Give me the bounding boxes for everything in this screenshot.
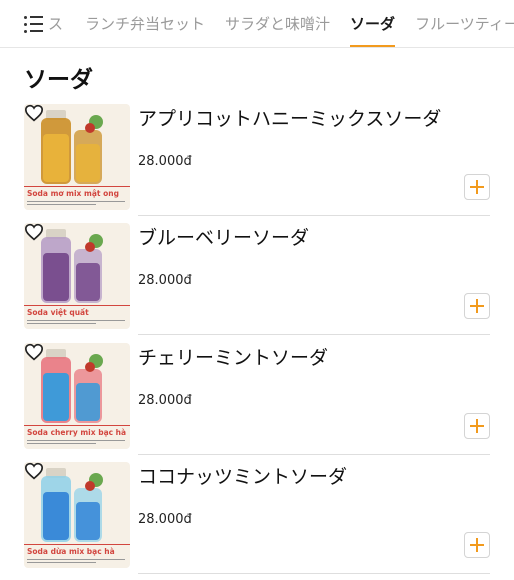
product-item[interactable]: Soda việt quất ブルーベリーソーダ 28.000đ — [24, 223, 490, 335]
section-title: ソーダ — [24, 67, 93, 93]
plus-icon — [470, 180, 484, 194]
thumb-fineprint — [27, 440, 125, 446]
product-item[interactable]: Soda dừa mix bạc hà ココナッツミントソーダ 28.000đ — [24, 462, 490, 574]
product-price: 28.000đ — [138, 154, 192, 169]
thumb-fineprint — [27, 320, 125, 326]
category-tabbar: ス ランチ弁当セット サラダと味噌汁 ソーダ フルーツティー — [0, 0, 514, 48]
plus-icon — [470, 299, 484, 313]
product-name[interactable]: アプリコットハニーミックスソーダ — [138, 104, 441, 131]
row-divider — [138, 454, 490, 455]
product-price: 28.000đ — [138, 273, 192, 288]
heart-outline-icon[interactable] — [24, 343, 44, 361]
add-to-cart-button[interactable] — [464, 532, 490, 558]
plus-icon — [470, 419, 484, 433]
heart-outline-icon[interactable] — [24, 223, 44, 241]
product-image[interactable]: Soda việt quất — [24, 223, 130, 329]
plus-icon — [470, 538, 484, 552]
row-divider — [138, 573, 490, 574]
add-to-cart-button[interactable] — [464, 413, 490, 439]
tab-soda[interactable]: ソーダ — [350, 0, 396, 47]
add-to-cart-button[interactable] — [464, 293, 490, 319]
add-to-cart-button[interactable] — [464, 174, 490, 200]
thumb-caption: Soda cherry mix bạc hà — [27, 428, 127, 437]
product-item[interactable]: Soda cherry mix bạc hà チェリーミントソーダ 28.000… — [24, 343, 490, 455]
thumb-caption: Soda việt quất — [27, 308, 89, 317]
category-tab-row: ス ランチ弁当セット サラダと味噌汁 ソーダ フルーツティー — [24, 0, 514, 47]
tab-salad-miso[interactable]: サラダと味噌汁 — [225, 0, 330, 47]
product-price: 28.000đ — [138, 393, 192, 408]
row-divider — [138, 334, 490, 335]
thumb-caption: Soda mơ mix mật ong — [27, 189, 119, 198]
tab-partial[interactable]: ス — [48, 0, 63, 47]
thumb-caption: Soda dừa mix bạc hà — [27, 547, 115, 556]
heart-outline-icon[interactable] — [24, 462, 44, 480]
tab-lunch-bento[interactable]: ランチ弁当セット — [85, 0, 205, 47]
heart-outline-icon[interactable] — [24, 104, 44, 122]
list-menu-icon[interactable] — [24, 15, 46, 33]
thumb-fineprint — [27, 201, 125, 207]
product-name[interactable]: チェリーミントソーダ — [138, 343, 328, 370]
product-image[interactable]: Soda cherry mix bạc hà — [24, 343, 130, 449]
product-image[interactable]: Soda dừa mix bạc hà — [24, 462, 130, 568]
product-name[interactable]: ブルーベリーソーダ — [138, 223, 309, 250]
tab-fruit-tea[interactable]: フルーツティー — [415, 0, 514, 47]
product-image[interactable]: Soda mơ mix mật ong — [24, 104, 130, 210]
row-divider — [138, 215, 490, 216]
product-price: 28.000đ — [138, 512, 192, 527]
product-item[interactable]: Soda mơ mix mật ong アプリコットハニーミックスソーダ 28.… — [24, 104, 490, 216]
product-name[interactable]: ココナッツミントソーダ — [138, 462, 347, 489]
thumb-fineprint — [27, 559, 125, 565]
